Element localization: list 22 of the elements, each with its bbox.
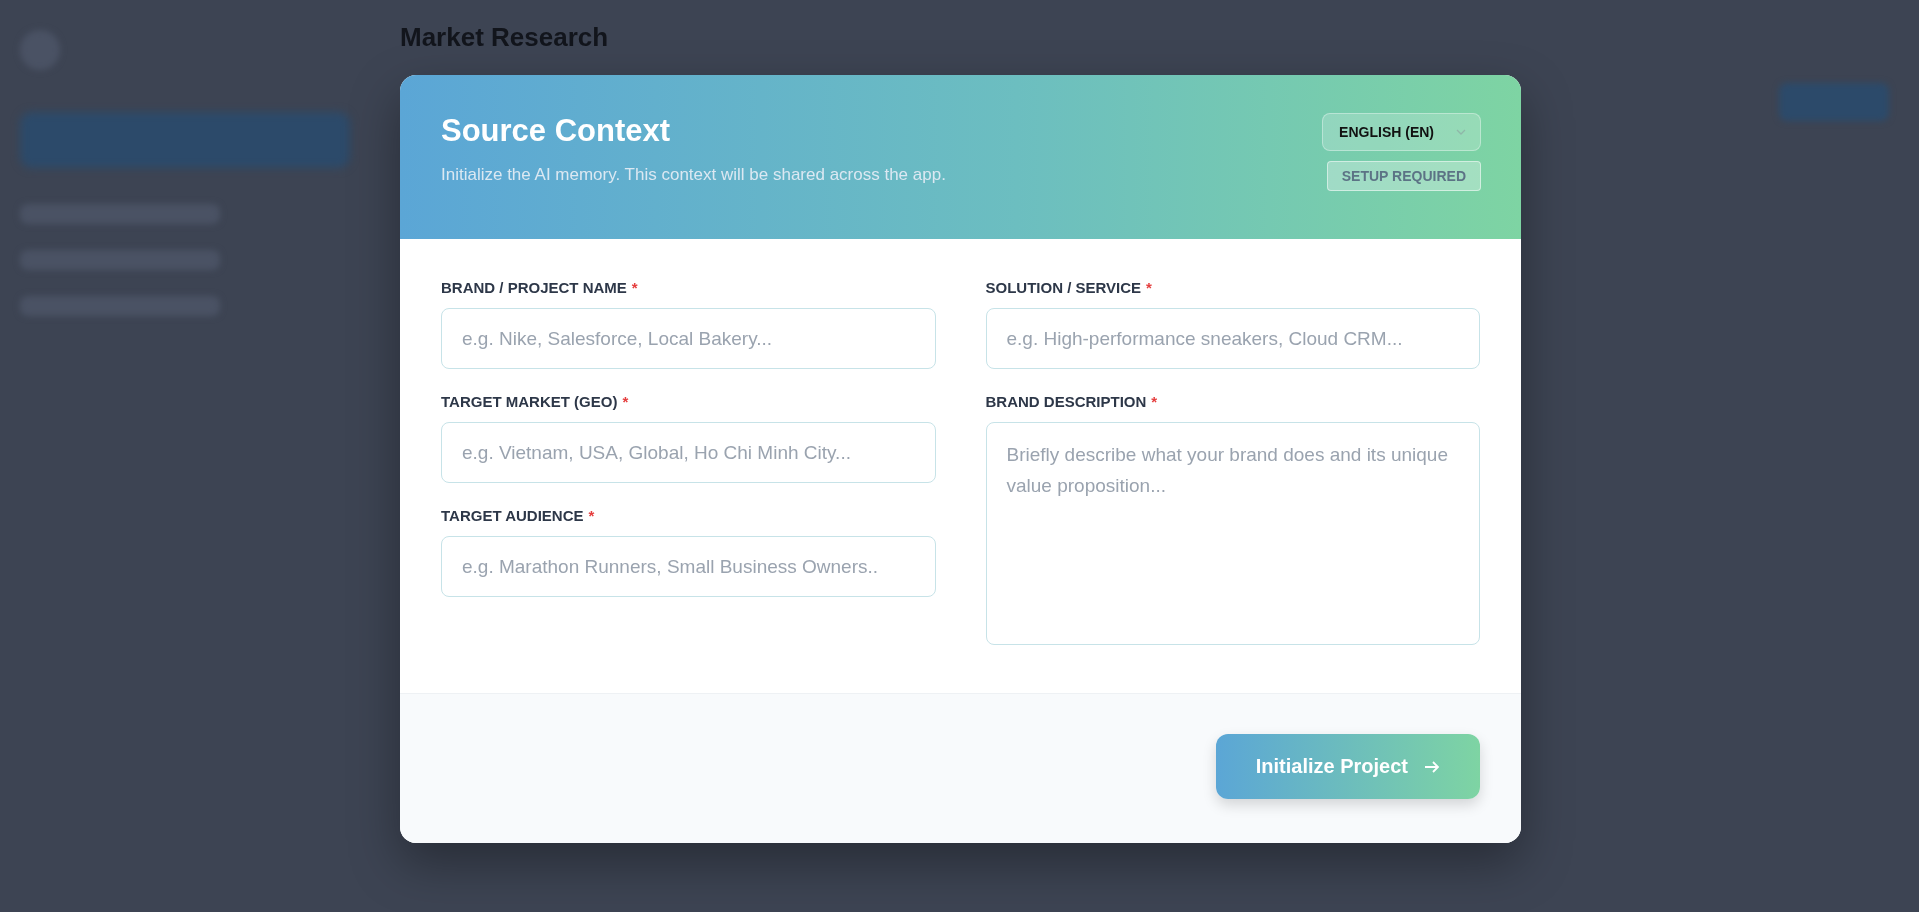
required-mark: * [1146, 279, 1152, 296]
status-badge: SETUP REQUIRED [1326, 161, 1481, 191]
arrow-right-icon [1424, 759, 1440, 774]
field-label: BRAND / PROJECT NAME [441, 279, 627, 296]
input-field[interactable]: e.g. High-performance sneakers, Cloud CRM... [985, 308, 1480, 369]
field-label: TARGET AUDIENCE [441, 507, 584, 524]
modal-subtitle: Initialize the AI memory. This context will be shared across the app. [441, 165, 946, 185]
required-mark: * [588, 507, 595, 524]
required-mark: * [622, 393, 629, 410]
field-label: SOLUTION / SERVICE [985, 279, 1142, 296]
field-label: BRAND DESCRIPTION [985, 393, 1147, 410]
input-field[interactable]: e.g. Marathon Runners, Small Business Owners.. [441, 536, 936, 597]
required-mark: * [631, 279, 638, 296]
input-field[interactable]: e.g. Vietnam, USA, Global, Ho Chi Minh City... [441, 422, 936, 483]
required-mark: * [1151, 393, 1158, 410]
chevron-down-icon [1456, 128, 1466, 136]
modal-title: Source Context [441, 113, 672, 149]
field-label: TARGET MARKET (GEO) [441, 393, 618, 410]
description-field[interactable]: Briefly describe what your brand does and its unique value proposition... [985, 422, 1480, 645]
page-title: Market Research [400, 22, 610, 53]
language-select[interactable]: ENGLISH (EN) [1322, 113, 1481, 151]
input-field[interactable]: e.g. Nike, Salesforce, Local Bakery... [441, 308, 936, 369]
